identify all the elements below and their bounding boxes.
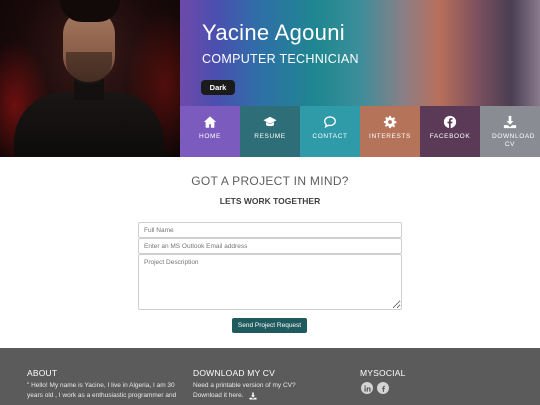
profile-name: Yacine Agouni: [202, 20, 345, 45]
footer-cv-text: Need a printable version of my CV?: [193, 382, 296, 389]
comment-icon: [324, 116, 336, 129]
nav-resume-label: RESUME: [254, 133, 286, 140]
profile-role: COMPUTER TECHNICIAN: [202, 52, 359, 66]
nav-home-label: HOME: [199, 133, 221, 140]
gear-icon: [383, 115, 397, 129]
nav-interests[interactable]: INTERESTS: [360, 106, 420, 157]
facebook-icon[interactable]: [377, 382, 389, 394]
nav-download-cv[interactable]: DOWNLOAD CV: [480, 106, 540, 157]
nav-home[interactable]: HOME: [180, 106, 240, 157]
linkedin-icon[interactable]: [361, 382, 373, 394]
project-description-textarea[interactable]: [138, 254, 402, 310]
full-name-input[interactable]: [138, 222, 402, 238]
facebook-icon: [443, 115, 457, 129]
footer-cv-title: DOWNLOAD MY CV: [193, 368, 275, 378]
footer-about-text-line2: years old , I work as a enthusiastic pro…: [27, 392, 177, 399]
nav-contact-label: CONTACT: [312, 133, 348, 140]
nav-facebook-label: FACEBOOK: [429, 133, 471, 140]
footer-social-title: MYSOCIAL: [360, 368, 406, 378]
footer-about-text-line1: " Hello! My name is Yacine, I live in Al…: [27, 382, 175, 389]
email-input[interactable]: [138, 238, 402, 254]
contact-subtitle: LETS WORK TOGETHER: [219, 196, 321, 206]
main-nav: HOME RESUME CONTACT INTERESTS FACEBOOK D…: [180, 106, 540, 157]
nav-contact[interactable]: CONTACT: [300, 106, 360, 157]
nav-facebook[interactable]: FACEBOOK: [420, 106, 480, 157]
send-project-request-button[interactable]: Send Project Request: [232, 318, 307, 333]
nav-download-cv-label: DOWNLOAD CV: [492, 133, 536, 148]
footer-about-title: ABOUT: [27, 368, 58, 378]
footer-cv-download-link[interactable]: Download it here.: [193, 391, 257, 401]
footer: ABOUT " Hello! My name is Yacine, I live…: [0, 348, 540, 405]
header: Yacine Agouni COMPUTER TECHNICIAN Dark H…: [0, 0, 540, 157]
download-icon: [249, 392, 257, 400]
footer-cv-download-label: Download it here.: [193, 392, 244, 399]
profile-photo: [0, 0, 180, 157]
home-icon: [203, 116, 217, 128]
nav-resume[interactable]: RESUME: [240, 106, 300, 157]
download-icon: [503, 115, 517, 129]
nav-interests-label: INTERESTS: [369, 133, 411, 140]
graduation-cap-icon: [263, 116, 277, 127]
theme-toggle-button[interactable]: Dark: [201, 80, 235, 95]
contact-title: GOT A PROJECT IN MIND?: [191, 174, 349, 188]
